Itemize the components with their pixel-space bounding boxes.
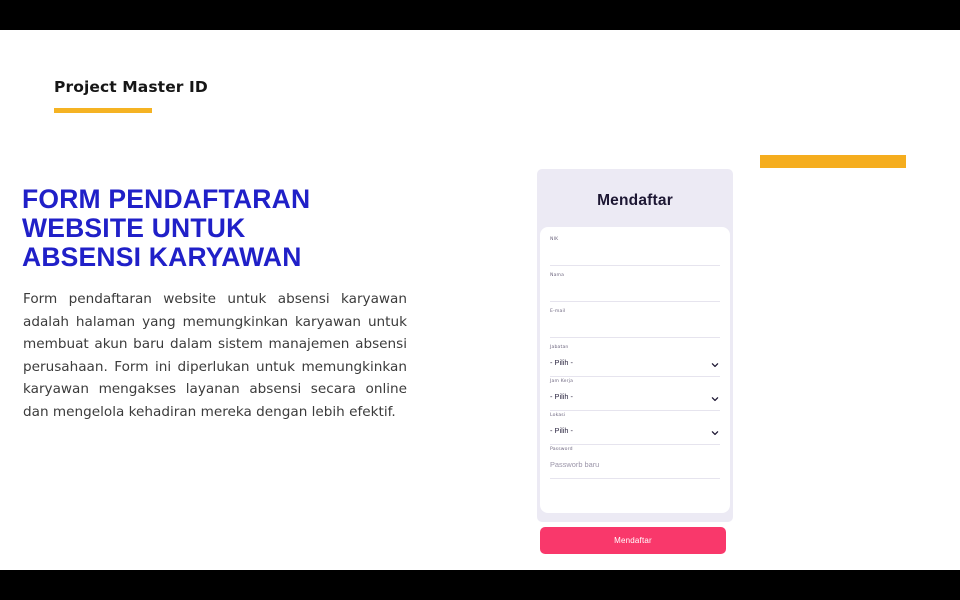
description-text: Form pendaftaran website untuk absensi k… xyxy=(23,291,407,420)
chevron-down-icon[interactable] xyxy=(711,395,719,403)
select-jam-kerja[interactable]: - Pilih - xyxy=(550,386,720,407)
field-lokasi: Lokasi - Pilih - xyxy=(550,412,720,445)
chevron-down-icon[interactable] xyxy=(711,429,719,437)
field-label-jabatan: Jabatan xyxy=(550,345,569,350)
select-lokasi[interactable]: - Pilih - xyxy=(550,420,720,441)
register-submit-button[interactable]: Mendaftar xyxy=(540,527,726,554)
brand-underline-rule xyxy=(54,108,152,113)
letterbox-top-bar xyxy=(0,0,960,30)
brand-block: Project Master ID xyxy=(54,78,208,113)
input-password[interactable]: Passworb baru xyxy=(550,454,720,475)
input-nik[interactable] xyxy=(550,244,720,262)
field-label-jam-kerja: Jam Kerja xyxy=(550,379,574,384)
field-label-lokasi: Lokasi xyxy=(550,413,566,418)
description-paragraph: Form pendaftaran website untuk absensi k… xyxy=(23,288,407,424)
select-jabatan[interactable]: - Pilih - xyxy=(550,352,720,373)
registration-form-card: Mendaftar NIK Nama E-mail Jabatan - Pili… xyxy=(537,169,733,522)
field-label-nama: Nama xyxy=(550,273,565,278)
field-label-nik: NIK xyxy=(550,237,559,242)
input-email[interactable] xyxy=(550,316,720,334)
page-title-line-2: WEBSITE UNTUK xyxy=(22,213,246,243)
brand-title: Project Master ID xyxy=(54,78,208,96)
form-fields-panel: NIK Nama E-mail Jabatan - Pilih - Jam Ke… xyxy=(540,227,730,513)
page-title-line-1: FORM PENDAFTARAN xyxy=(22,184,311,214)
field-jam-kerja: Jam Kerja - Pilih - xyxy=(550,378,720,411)
field-email: E-mail xyxy=(550,308,720,338)
field-label-email: E-mail xyxy=(550,309,566,314)
field-label-password: Password xyxy=(550,447,573,452)
input-nama[interactable] xyxy=(550,280,720,298)
field-jabatan: Jabatan - Pilih - xyxy=(550,344,720,377)
page-title-line-3: ABSENSI KARYAWAN xyxy=(22,242,302,272)
slide-canvas: Project Master ID FORM PENDAFTARAN WEBSI… xyxy=(0,30,960,570)
slide-frame: Project Master ID FORM PENDAFTARAN WEBSI… xyxy=(0,0,960,600)
chevron-down-icon[interactable] xyxy=(711,361,719,369)
field-nama: Nama xyxy=(550,272,720,302)
letterbox-bottom-bar xyxy=(0,570,960,600)
field-password: Password Passworb baru xyxy=(550,446,720,479)
field-nik: NIK xyxy=(550,236,720,266)
form-card-title: Mendaftar xyxy=(597,192,673,209)
page-title: FORM PENDAFTARAN WEBSITE UNTUK ABSENSI K… xyxy=(22,185,442,272)
accent-bar-yellow xyxy=(760,155,906,168)
